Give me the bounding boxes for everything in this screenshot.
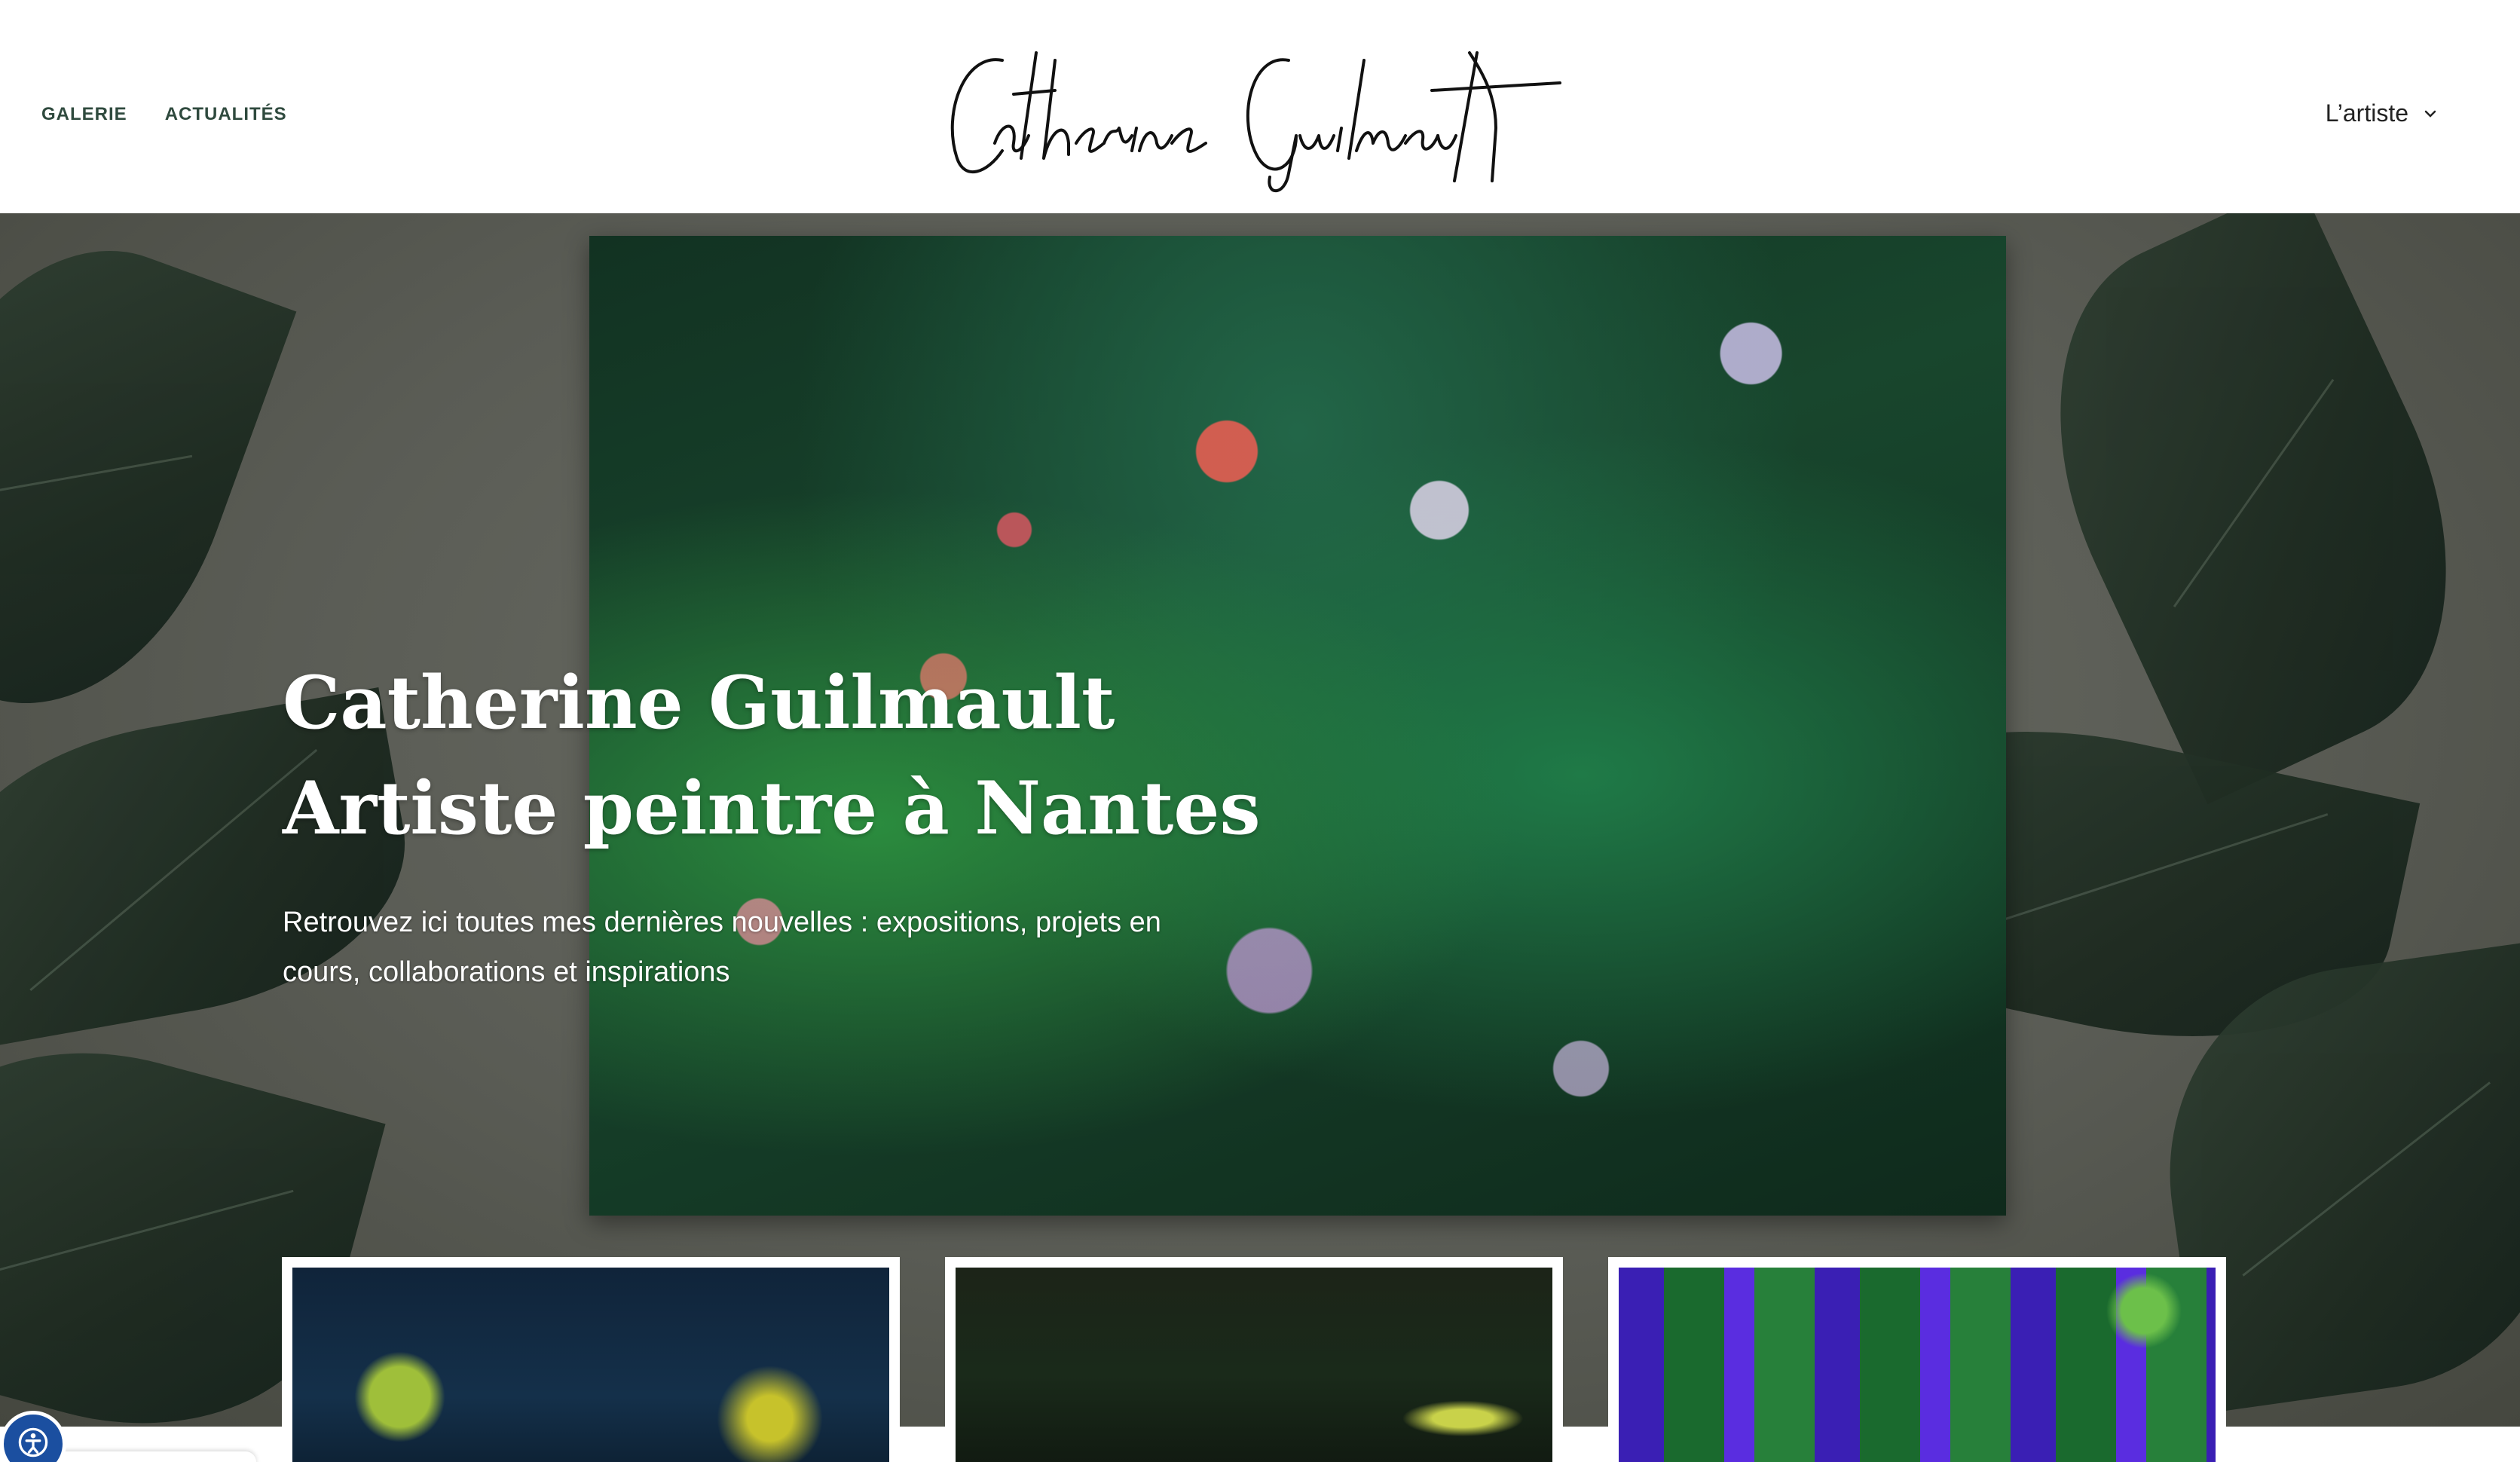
hero-title-line-2: Artiste peintre à Nantes [283,766,1261,851]
signature-logo-image [950,51,1561,193]
gallery-card[interactable] [945,1257,1563,1462]
gallery-card-image [292,1268,889,1462]
gallery-card[interactable] [1608,1257,2226,1462]
site-logo[interactable] [934,30,1567,196]
chevron-down-icon [2422,106,2439,122]
main-nav: GALERIE ACTUALITÉS [41,104,287,125]
hero-description: Retrouvez ici toutes mes dernières nouve… [283,907,1161,988]
nav-dropdown-artiste[interactable]: L’artiste [2326,99,2439,127]
nav-link-galerie[interactable]: GALERIE [41,104,127,125]
hero-title-line-1: Catherine Guilmault [283,660,1115,745]
site-header: GALERIE ACTUALITÉS L’artiste [0,0,2520,213]
gallery-card[interactable] [282,1257,900,1462]
accessibility-panel-tab[interactable] [53,1451,256,1462]
accessibility-icon [17,1426,50,1462]
hero-section: Catherine Guilmault Artiste peintre à Na… [0,213,2520,1427]
gallery-card-image [1619,1268,2216,1462]
nav-dropdown-label: L’artiste [2325,99,2408,127]
hero-title: Catherine Guilmault Artiste peintre à Na… [283,650,1261,861]
nav-link-actualites[interactable]: ACTUALITÉS [165,104,287,125]
gallery-card-image [956,1268,1552,1462]
